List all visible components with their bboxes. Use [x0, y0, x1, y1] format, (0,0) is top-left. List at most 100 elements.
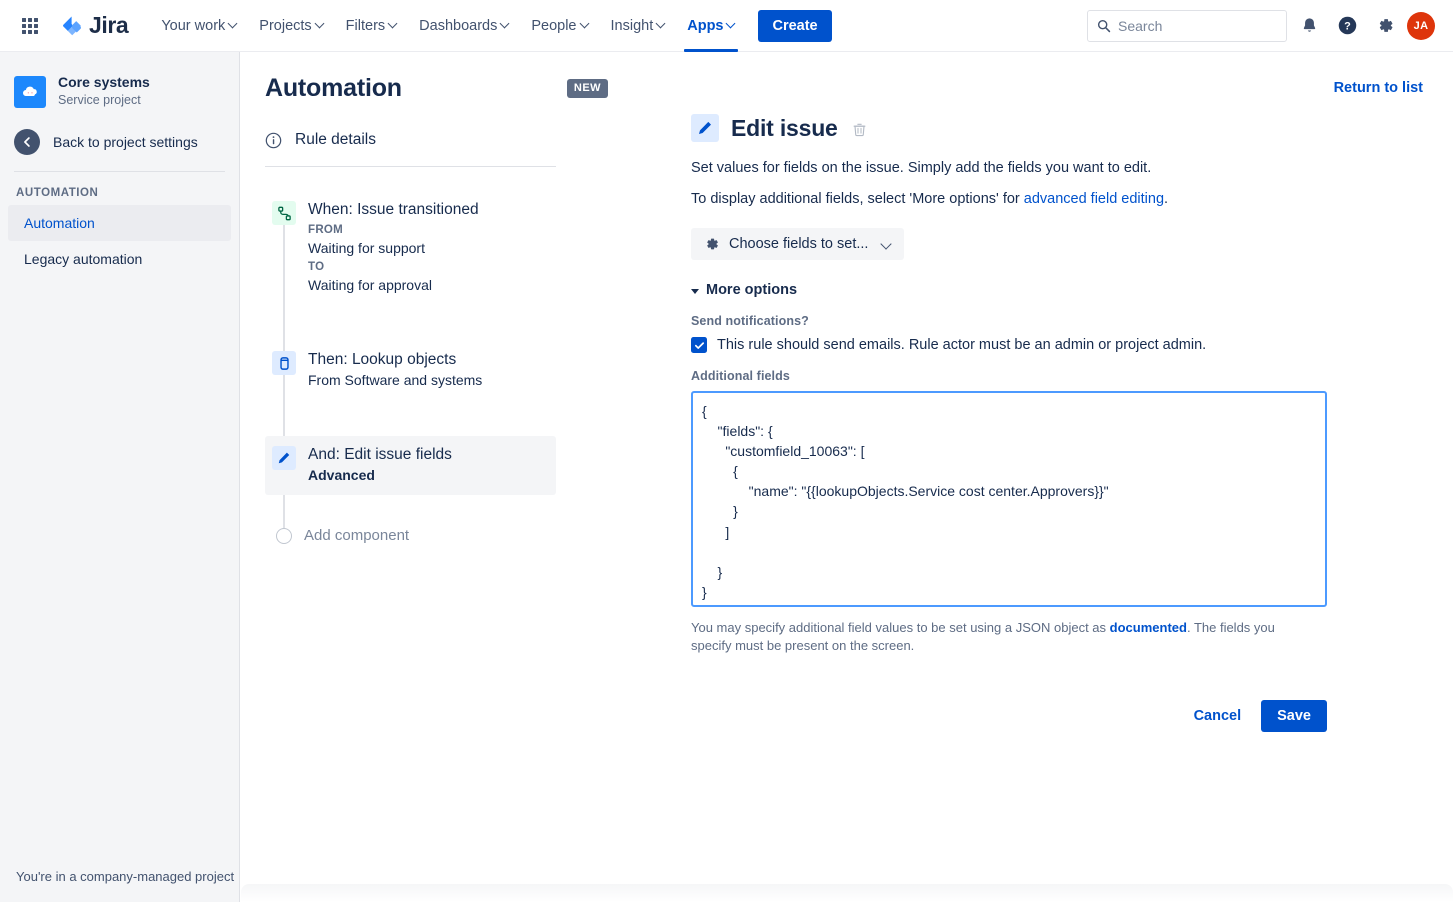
page-heading: Edit issue	[731, 114, 838, 141]
rule-step-body: When: Issue transitioned FROM Waiting fo…	[308, 199, 479, 295]
info-circle-icon	[265, 132, 282, 148]
page-title-row: Automation NEW	[265, 74, 641, 103]
jira-logo-icon	[63, 16, 81, 35]
chevron-down-icon	[727, 20, 735, 28]
project-type: Service project	[58, 93, 141, 107]
chevron-down-icon	[882, 240, 891, 249]
new-badge: NEW	[566, 79, 609, 98]
back-arrow-icon	[14, 129, 40, 155]
rule-details-link[interactable]: Rule details	[265, 131, 641, 149]
send-notifications-label: Send notifications?	[691, 314, 809, 328]
sidebar-item-automation[interactable]: Automation	[8, 205, 231, 241]
arrow-left-icon	[24, 137, 30, 147]
choose-fields-to-set-button[interactable]: Choose fields to set...	[691, 228, 905, 260]
rule-steps-list: When: Issue transitioned FROM Waiting fo…	[265, 191, 641, 544]
add-component-button[interactable]: Add component	[265, 527, 641, 544]
rule-panel-divider	[265, 166, 556, 167]
rule-step-title: Then: Lookup objects	[308, 351, 457, 368]
return-to-list-link[interactable]: Return to list	[1334, 80, 1423, 96]
more-options-toggle[interactable]: More options	[691, 282, 1341, 298]
rule-step-meta-to-value: Waiting for approval	[308, 277, 432, 293]
trash-icon[interactable]	[852, 122, 867, 137]
nav-item-apps[interactable]: Apps	[676, 0, 746, 52]
chevron-down-icon	[389, 20, 397, 28]
save-button[interactable]: Save	[1261, 700, 1327, 732]
component-header: Edit issue	[691, 114, 1341, 142]
rule-step-meta-to-label: TO	[308, 261, 325, 273]
nav-right-group: Search ? JA	[1087, 9, 1453, 42]
svg-text:?: ?	[1344, 21, 1351, 33]
nav-item-people[interactable]: People	[520, 0, 599, 52]
rule-step-and-edit-issue-fields[interactable]: And: Edit issue fields Advanced	[265, 436, 556, 495]
search-icon	[1097, 19, 1111, 32]
rule-step-meta-from-value: Waiting for support	[308, 240, 425, 256]
add-component-label: Add component	[304, 527, 410, 544]
project-header[interactable]: Core systems Service project	[0, 52, 239, 109]
add-component-circle-icon	[276, 527, 292, 544]
chevron-down-icon	[691, 288, 699, 294]
page-title: Automation	[265, 74, 402, 102]
rule-step-title: When: Issue transitioned	[308, 201, 479, 218]
pencil-icon	[272, 446, 296, 470]
app-switcher-icon[interactable]	[14, 10, 46, 42]
create-button[interactable]: Create	[758, 9, 832, 42]
more-options-label: More options	[706, 282, 798, 298]
config-content: Edit issue Set values for fields on the …	[641, 52, 1341, 732]
back-to-project-settings[interactable]: Back to project settings	[0, 109, 239, 155]
rule-step-when-issue-transitioned[interactable]: When: Issue transitioned FROM Waiting fo…	[265, 191, 556, 305]
choose-fields-label: Choose fields to set...	[729, 236, 869, 252]
pencil-icon	[691, 114, 719, 142]
edit-pencil-icon	[699, 121, 711, 134]
branch-transition-icon	[272, 201, 296, 225]
database-icon	[272, 351, 296, 375]
sidebar-section-heading: AUTOMATION	[16, 187, 99, 199]
settings-icon[interactable]	[1369, 10, 1401, 42]
search-input[interactable]: Search	[1087, 9, 1287, 42]
jira-logo-text: Jira	[89, 12, 129, 38]
cancel-button[interactable]: Cancel	[1184, 702, 1252, 730]
rule-builder-panel: Automation NEW Rule details When: Issue …	[241, 52, 641, 902]
additional-fields-label: Additional fields	[691, 369, 790, 383]
question-circle-icon: ?	[1338, 16, 1356, 35]
nav-item-label: Your work	[161, 17, 226, 34]
nav-item-your-work[interactable]: Your work	[150, 0, 248, 52]
gear-icon	[707, 238, 718, 250]
sidebar-item-label: Legacy automation	[24, 251, 143, 267]
top-navigation-bar: Jira Your work Projects Filters Dashboar…	[0, 0, 1453, 52]
rule-step-meta-source: From Software and systems	[308, 372, 483, 388]
rule-step-title: And: Edit issue fields	[308, 446, 452, 463]
additional-fields-json-input[interactable]	[691, 391, 1327, 607]
main-nav-items: Your work Projects Filters Dashboards Pe…	[150, 0, 832, 52]
project-sidebar: Core systems Service project Back to pro…	[0, 52, 240, 902]
rule-step-meta-mode: Advanced	[308, 467, 375, 483]
project-name: Core systems	[58, 74, 150, 90]
send-notifications-row: This rule should send emails. Rule actor…	[691, 337, 1341, 353]
jira-logo[interactable]: Jira	[56, 10, 132, 42]
transition-path-icon	[277, 206, 291, 220]
nav-item-insight[interactable]: Insight	[600, 0, 677, 52]
nav-item-label: Projects	[259, 17, 312, 34]
rule-step-meta-from-label: FROM	[308, 224, 344, 236]
search-placeholder: Search	[1118, 17, 1163, 34]
rule-step-then-lookup-objects[interactable]: Then: Lookup objects From Software and s…	[265, 341, 556, 400]
avatar[interactable]: JA	[1407, 11, 1435, 40]
form-actions: Cancel Save	[691, 700, 1327, 732]
nav-item-filters[interactable]: Filters	[335, 0, 408, 52]
send-notifications-checkbox[interactable]	[691, 337, 707, 353]
help-icon[interactable]: ?	[1331, 10, 1363, 42]
project-avatar	[14, 75, 46, 108]
nav-item-dashboards[interactable]: Dashboards	[408, 0, 520, 52]
chevron-down-icon	[657, 20, 665, 28]
nav-item-projects[interactable]: Projects	[248, 0, 334, 52]
nav-item-label: Apps	[687, 17, 724, 34]
advanced-field-editing-link[interactable]: advanced field editing	[1024, 191, 1164, 207]
documented-link[interactable]: documented	[1110, 620, 1187, 635]
sidebar-item-legacy-automation[interactable]: Legacy automation	[8, 241, 231, 277]
help-prefix: You may specify additional field values …	[691, 620, 1110, 635]
database-cylinder-icon	[279, 356, 289, 370]
nav-item-label: Dashboards	[419, 17, 498, 34]
send-notifications-text: This rule should send emails. Rule actor…	[717, 337, 1207, 353]
notifications-icon[interactable]	[1293, 10, 1325, 42]
bottom-bar	[241, 884, 1453, 902]
chevron-down-icon	[501, 20, 509, 28]
